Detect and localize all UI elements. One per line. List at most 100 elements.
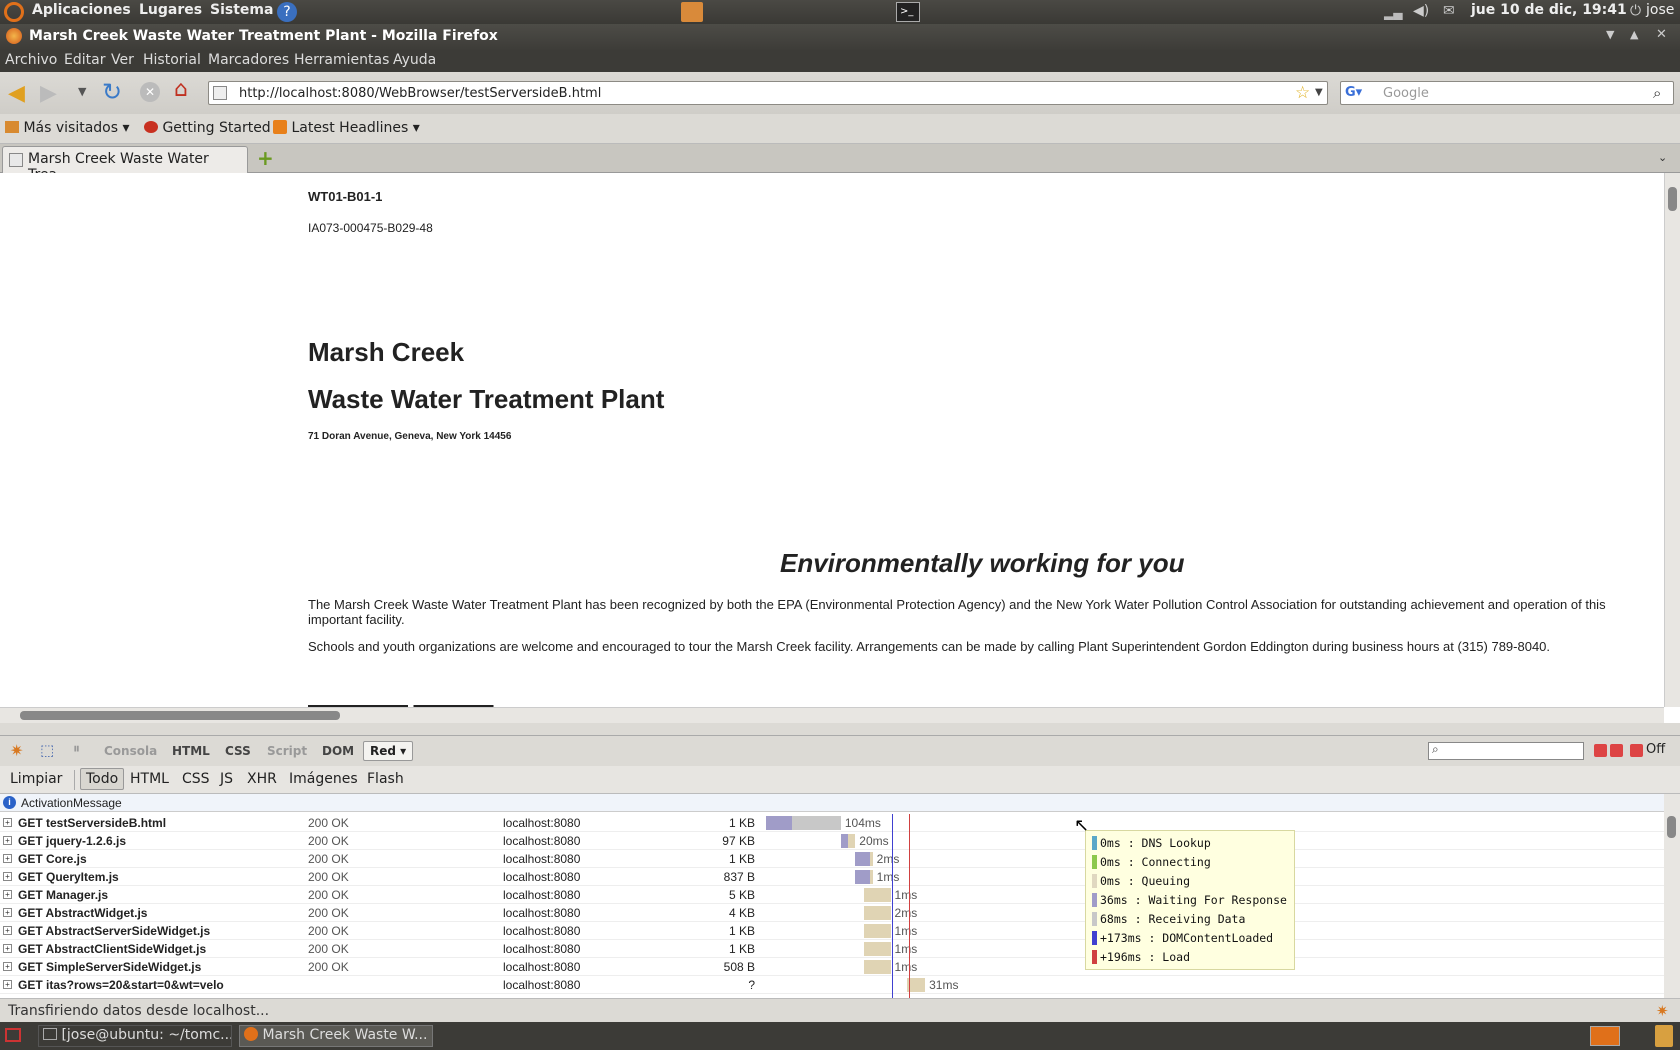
expand-icon[interactable]: + (3, 836, 12, 845)
panel-tab-html[interactable]: HTML (172, 744, 210, 758)
bookmark-star-icon[interactable]: ☆ (1295, 83, 1310, 103)
request-row[interactable]: + GET AbstractServerSideWidget.js 200 OK lo… (0, 922, 1664, 940)
firebug-off-label[interactable]: Off (1646, 742, 1665, 757)
menu-marcadores[interactable]: Marcadores (208, 52, 289, 68)
history-dropdown-icon[interactable]: ▼ (78, 85, 86, 98)
close-icon[interactable]: ✕ (1656, 27, 1667, 42)
home-folder-icon[interactable] (681, 2, 703, 22)
menu-lugares[interactable]: Lugares (139, 2, 202, 18)
clear-button[interactable]: Limpiar (10, 771, 62, 787)
menu-aplicaciones[interactable]: Aplicaciones (32, 2, 131, 18)
url-text[interactable]: http://localhost:8080/WebBrowser/testSer… (239, 86, 601, 101)
request-url[interactable]: GET itas?rows=20&start=0&wt=velo (18, 978, 248, 992)
search-icon[interactable]: ⌕ (1653, 84, 1661, 102)
network-panel-scrollbar[interactable] (1664, 794, 1680, 998)
menu-ayuda[interactable]: Ayuda (393, 52, 436, 68)
filter-flash[interactable]: Flash (367, 771, 404, 787)
bookmark-mas-visitados[interactable]: Más visitados ▾ (5, 120, 130, 136)
request-row[interactable]: + GET jquery-1.2.6.js 200 OK localhost:8080… (0, 832, 1664, 850)
request-row[interactable]: + GET SimpleServerSideWidget.js 200 OK loca… (0, 958, 1664, 976)
filter-imagenes[interactable]: Imágenes (289, 771, 358, 787)
request-url[interactable]: GET jquery-1.2.6.js (18, 834, 248, 848)
menu-historial[interactable]: Historial (143, 52, 201, 68)
filter-xhr[interactable]: XHR (247, 771, 277, 787)
request-row[interactable]: + GET Core.js 200 OK localhost:8080 1 KB 2ms (0, 850, 1664, 868)
panel-tab-script[interactable]: Script (267, 744, 307, 758)
bookmark-getting-started[interactable]: Getting Started (144, 120, 271, 136)
panel-tab-red[interactable]: Red ▾ (363, 741, 414, 761)
filter-js[interactable]: JS (220, 771, 233, 787)
firebug-status-icon[interactable]: ✷ (1656, 1002, 1669, 1020)
stop-icon[interactable]: ✕ (140, 82, 160, 102)
site-identity-icon[interactable] (213, 86, 227, 100)
firebug-detach-icon[interactable] (1610, 744, 1623, 757)
back-icon[interactable]: ◀ (8, 81, 25, 106)
request-url[interactable]: GET SimpleServerSideWidget.js (18, 960, 248, 974)
minimize-icon[interactable]: ▼ (1606, 28, 1614, 41)
filter-css[interactable]: CSS (182, 771, 210, 787)
expand-icon[interactable]: + (3, 962, 12, 971)
bookmark-latest-headlines[interactable]: Latest Headlines ▾ (273, 120, 420, 136)
expand-icon[interactable]: + (3, 854, 12, 863)
search-bar[interactable]: G▾ Google ⌕ (1340, 81, 1674, 105)
user-name[interactable]: jose (1646, 2, 1674, 18)
show-desktop-icon[interactable] (5, 1028, 21, 1042)
expand-icon[interactable]: + (3, 818, 12, 827)
volume-icon[interactable]: ◀) (1413, 3, 1429, 19)
request-url[interactable]: GET AbstractWidget.js (18, 906, 248, 920)
scroll-thumb[interactable] (1667, 816, 1676, 838)
power-icon[interactable]: ⏻ (1630, 3, 1641, 19)
request-row[interactable]: + GET AbstractWidget.js 200 OK localhost:80… (0, 904, 1664, 922)
request-row[interactable]: + GET itas?rows=20&start=0&wt=velo localho… (0, 976, 1664, 994)
request-url[interactable]: GET Core.js (18, 852, 248, 866)
menu-archivo[interactable]: Archivo (5, 52, 57, 68)
expand-icon[interactable]: + (3, 944, 12, 953)
menu-sistema[interactable]: Sistema (210, 2, 273, 18)
scroll-thumb[interactable] (20, 711, 340, 720)
menu-ver[interactable]: Ver (111, 52, 134, 68)
request-row[interactable]: + GET QueryItem.js 200 OK localhost:8080 837… (0, 868, 1664, 886)
inspect-icon[interactable]: ⬚ (40, 741, 54, 759)
expand-icon[interactable]: + (3, 872, 12, 881)
filter-todo[interactable]: Todo (80, 768, 125, 790)
request-url[interactable]: GET QueryItem.js (18, 870, 248, 884)
menu-editar[interactable]: Editar (64, 52, 105, 68)
new-tab-icon[interactable]: + (257, 146, 274, 170)
panel-tab-dom[interactable]: DOM (322, 744, 354, 758)
home-icon[interactable]: ⌂ (174, 77, 188, 102)
taskbar-item-firefox[interactable]: Marsh Creek Waste W... (239, 1025, 433, 1047)
panel-tab-css[interactable]: CSS (225, 744, 251, 758)
request-row[interactable]: + GET testServersideB.html 200 OK localhost… (0, 814, 1664, 832)
firebug-search-input[interactable]: ⌕ (1428, 742, 1584, 760)
terminal-icon[interactable]: >_ (896, 2, 920, 22)
search-input[interactable]: Google (1383, 86, 1429, 101)
pause-icon[interactable]: ⏸ (73, 741, 80, 757)
scroll-thumb[interactable] (1668, 187, 1677, 211)
clock[interactable]: jue 10 de dic, 19:41 (1471, 2, 1627, 18)
workspace-switcher[interactable] (1590, 1026, 1620, 1046)
firebug-bug-icon[interactable]: ✷ (10, 741, 23, 760)
page-horizontal-scrollbar[interactable] (0, 707, 1664, 723)
help-icon[interactable]: ? (277, 2, 297, 22)
ubuntu-logo-icon[interactable] (4, 2, 24, 22)
expand-icon[interactable]: + (3, 926, 12, 935)
reload-icon[interactable]: ↻ (102, 78, 122, 106)
page-vertical-scrollbar[interactable] (1664, 173, 1680, 707)
menu-herramientas[interactable]: Herramientas (294, 52, 389, 68)
request-row[interactable]: + GET Manager.js 200 OK localhost:8080 5 KB 1… (0, 886, 1664, 904)
expand-icon[interactable]: + (3, 908, 12, 917)
trash-icon[interactable] (1655, 1025, 1673, 1047)
request-row[interactable]: + GET AbstractClientSideWidget.js 200 OK lo… (0, 940, 1664, 958)
request-url[interactable]: GET testServersideB.html (18, 816, 248, 830)
tab-marsh-creek[interactable]: Marsh Creek Waste Water Trea... (2, 146, 248, 183)
request-url[interactable]: GET AbstractServerSideWidget.js (18, 924, 248, 938)
firebug-splitter[interactable] (0, 723, 1680, 735)
panel-tab-consola[interactable]: Consola (104, 744, 157, 758)
filter-html[interactable]: HTML (130, 771, 169, 787)
url-bar[interactable]: http://localhost:8080/WebBrowser/testSer… (208, 81, 1328, 105)
taskbar-item-terminal[interactable]: [jose@ubuntu: ~/tomc... (38, 1025, 232, 1047)
url-dropdown-icon[interactable]: ▼ (1315, 87, 1323, 98)
tab-list-icon[interactable]: ⌄ (1658, 151, 1667, 164)
request-url[interactable]: GET Manager.js (18, 888, 248, 902)
maximize-icon[interactable]: ▲ (1630, 28, 1638, 41)
